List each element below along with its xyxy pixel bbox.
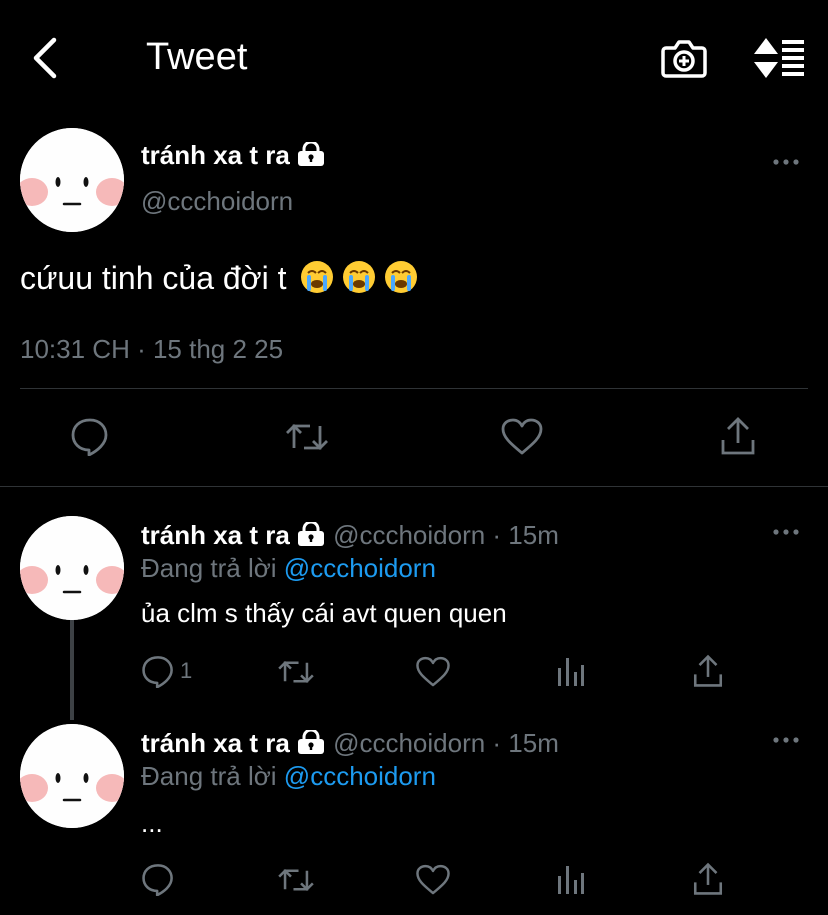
more-icon xyxy=(773,529,799,535)
mention-link[interactable]: @ccchoidorn xyxy=(284,553,436,583)
like-icon xyxy=(416,656,450,687)
retweet-button[interactable] xyxy=(276,864,316,896)
avatar-face-icon xyxy=(20,516,124,620)
reply-icon xyxy=(142,864,173,896)
retweet-button[interactable] xyxy=(284,418,330,456)
page-title: Tweet xyxy=(146,36,248,78)
display-name: tránh xa t ra xyxy=(141,520,290,550)
sort-button[interactable] xyxy=(752,34,808,82)
avatar-face-icon xyxy=(20,724,124,828)
like-button[interactable] xyxy=(415,656,451,688)
like-button[interactable] xyxy=(500,418,544,456)
avatar[interactable] xyxy=(20,128,124,232)
analytics-button[interactable] xyxy=(556,656,586,688)
like-icon xyxy=(416,864,450,895)
retweet-icon xyxy=(278,660,314,684)
tweet-timestamp: 10:31 CH · 15 thg 2 25 xyxy=(20,334,284,364)
analytics-icon xyxy=(558,658,584,686)
share-icon xyxy=(693,862,723,895)
crying-emoji-icon xyxy=(299,259,429,306)
more-button[interactable] xyxy=(770,150,806,174)
display-name: tránh xa t ra xyxy=(141,728,290,758)
camera-plus-icon xyxy=(661,40,707,78)
retweet-icon xyxy=(278,868,314,892)
handle-and-time: @ccchoidorn · 15m xyxy=(333,520,559,550)
more-icon xyxy=(773,159,799,165)
lock-icon xyxy=(296,520,326,554)
avatar-face-icon xyxy=(20,128,124,232)
retweet-icon xyxy=(286,424,328,450)
reply-author-row[interactable]: tránh xa t ra @ccchoidorn · 15m xyxy=(141,518,559,554)
share-button[interactable] xyxy=(692,654,724,688)
replying-label: Đang trả lời xyxy=(141,761,277,791)
reply-button[interactable] xyxy=(140,862,176,896)
thread-line xyxy=(70,620,74,720)
reply-icon xyxy=(142,656,173,688)
sort-icon xyxy=(754,38,804,78)
avatar[interactable] xyxy=(20,724,124,828)
reply-author-row[interactable]: tránh xa t ra @ccchoidorn · 15m xyxy=(141,726,559,762)
replying-to: Đang trả lời @ccchoidorn xyxy=(141,759,436,793)
more-button[interactable] xyxy=(770,520,806,544)
tweet-text-content: cứuu tinh của đời t xyxy=(20,260,287,296)
replying-label: Đang trả lời xyxy=(141,553,277,583)
lock-icon xyxy=(296,140,326,173)
reply-count: 1 xyxy=(180,658,193,683)
share-button[interactable] xyxy=(692,862,724,896)
reply-text: ủa clm s thấy cái avt quen quen xyxy=(141,598,507,628)
like-button[interactable] xyxy=(415,864,451,896)
divider xyxy=(20,388,808,389)
share-icon xyxy=(721,417,755,455)
mention-link[interactable]: @ccchoidorn xyxy=(284,761,436,791)
back-button[interactable] xyxy=(28,34,68,82)
more-icon xyxy=(773,737,799,743)
lock-icon xyxy=(296,728,326,762)
analytics-icon xyxy=(558,866,584,894)
retweet-button[interactable] xyxy=(276,656,316,688)
analytics-button[interactable] xyxy=(556,864,586,896)
like-icon xyxy=(501,418,543,455)
share-icon xyxy=(693,654,723,687)
author-handle[interactable]: @ccchoidorn xyxy=(141,184,293,218)
reply-icon xyxy=(71,418,108,456)
reply-button[interactable] xyxy=(70,416,110,456)
author-name[interactable]: tránh xa t ra xyxy=(141,140,326,173)
camera-button[interactable] xyxy=(660,36,708,80)
share-button[interactable] xyxy=(720,416,756,456)
reply-button[interactable] xyxy=(140,654,176,688)
replying-to: Đang trả lời @ccchoidorn xyxy=(141,551,436,585)
reply-text: ... xyxy=(141,808,163,838)
avatar[interactable] xyxy=(20,516,124,620)
more-button[interactable] xyxy=(770,728,806,752)
tweet-text: cứuu tinh của đời t xyxy=(20,256,429,306)
handle-and-time: @ccchoidorn · 15m xyxy=(333,728,559,758)
display-name: tránh xa t ra xyxy=(141,140,290,170)
divider xyxy=(0,486,828,487)
back-arrow-icon xyxy=(33,37,57,79)
